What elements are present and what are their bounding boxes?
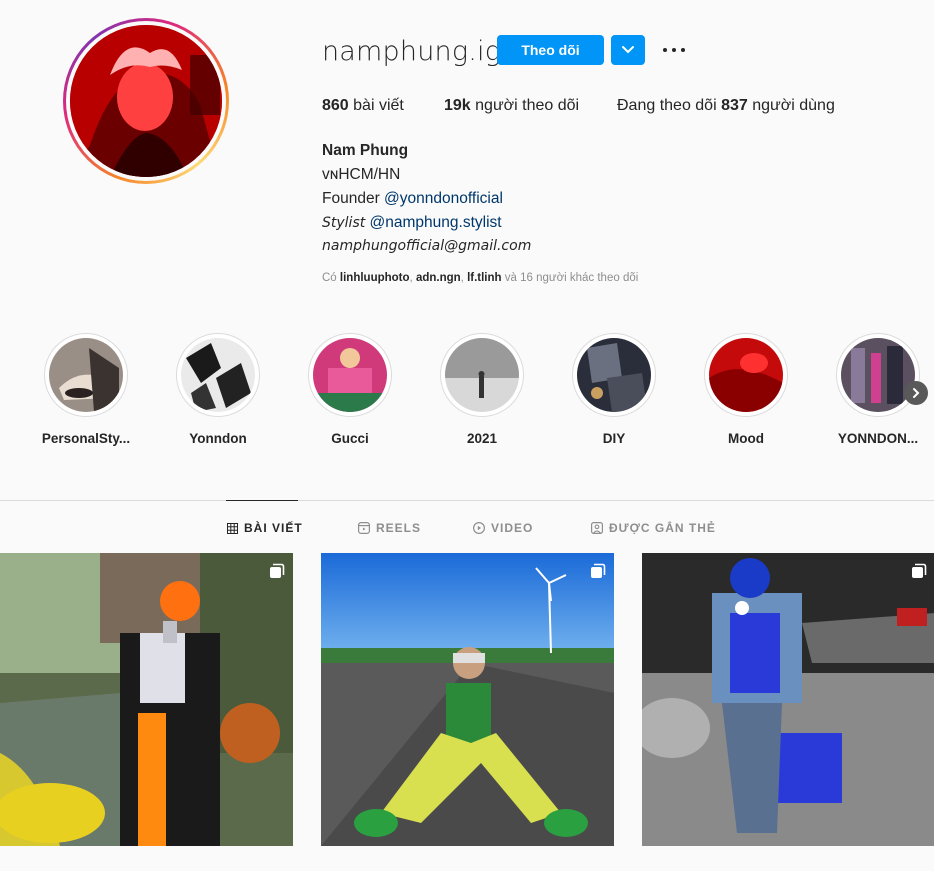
- followed-by-separator: ,: [409, 272, 413, 284]
- followers-label: người theo dõi: [475, 97, 580, 114]
- highlight-label: 2021: [466, 431, 498, 446]
- followed-by-user: linhluuphoto: [339, 272, 410, 284]
- chevron-right-icon: [913, 388, 920, 398]
- highlight-diy[interactable]: DIY: [564, 333, 664, 446]
- highlight-yonndon[interactable]: Yonndon: [168, 333, 268, 446]
- followed-by-user: lf.tlinh: [467, 272, 502, 284]
- multiple-photos-icon: [912, 563, 927, 578]
- highlight-cover: [445, 338, 519, 412]
- highlight-label: PersonalSty...: [41, 431, 131, 446]
- highlight-label: Gucci: [331, 431, 369, 446]
- followed-by-text[interactable]: Có linhluuphoto, adn.ngn, lf.tlinh và 16…: [322, 272, 638, 284]
- profile-avatar[interactable]: [63, 18, 229, 184]
- multiple-photos-icon: [270, 563, 285, 578]
- followers-stat[interactable]: 19k người theo dõi: [444, 97, 579, 115]
- highlight-cover: [181, 338, 255, 412]
- highlight-label: YONNDON...: [837, 431, 919, 446]
- tab-label: ĐƯỢC GẮN THẺ: [609, 521, 716, 535]
- highlights-next-button[interactable]: [904, 381, 928, 405]
- post-thumbnail[interactable]: [321, 553, 614, 846]
- bio-stylist-prefix: Stylist: [322, 215, 366, 231]
- bio-full-name: Nam Phung: [322, 142, 409, 159]
- avatar-photo: [70, 25, 222, 177]
- more-dot-icon: [663, 48, 667, 52]
- highlight-cover: [841, 338, 915, 412]
- follow-button[interactable]: Theo dõi: [497, 35, 604, 65]
- highlight-cover-ring: [308, 333, 392, 417]
- active-tab-indicator: [226, 500, 298, 501]
- multiple-photos-icon: [591, 563, 606, 578]
- highlight-cover-ring: [176, 333, 260, 417]
- grid-icon: [227, 522, 238, 534]
- posts-label: bài viết: [353, 97, 404, 114]
- bio-location: ᴠɴHCM/HN: [322, 166, 401, 183]
- tab-posts[interactable]: BÀI VIẾT: [227, 521, 303, 535]
- highlight-personalstyle[interactable]: PersonalSty...: [36, 333, 136, 446]
- highlight-2021[interactable]: 2021: [432, 333, 532, 446]
- bio-email: namphungofficial@gmail.com: [322, 238, 532, 254]
- tab-label: REELS: [376, 521, 422, 535]
- highlight-cover-ring: [704, 333, 788, 417]
- highlight-cover: [709, 338, 783, 412]
- tab-video[interactable]: VIDEO: [473, 521, 533, 535]
- suggested-accounts-button[interactable]: [611, 35, 645, 65]
- posts-count-stat: 860 bài viết: [322, 97, 404, 115]
- followed-by-user: adn.ngn: [415, 272, 461, 284]
- post-thumbnail[interactable]: [642, 553, 934, 846]
- bio-stylist-link[interactable]: @namphung.stylist: [370, 214, 502, 231]
- following-suffix: người dùng: [752, 97, 835, 114]
- highlight-cover-ring: [44, 333, 128, 417]
- highlight-label: Yonndon: [189, 431, 247, 446]
- bio-founder-link[interactable]: @yonndonofficial: [384, 190, 503, 207]
- bio-founder-prefix: Founder: [322, 190, 380, 207]
- following-stat[interactable]: Đang theo dõi 837 người dùng: [617, 97, 835, 115]
- reels-icon: [358, 522, 370, 534]
- video-icon: [473, 522, 485, 534]
- post-image: [0, 553, 293, 846]
- highlight-label: DIY: [602, 431, 626, 446]
- profile-username: namphung.ig: [322, 36, 502, 67]
- highlight-cover-ring: [836, 333, 920, 417]
- following-count: 837: [721, 97, 748, 114]
- tab-label: BÀI VIẾT: [244, 521, 303, 535]
- bio-stylist-line: Stylist @namphung.stylist: [322, 214, 502, 232]
- followed-by-separator: ,: [460, 272, 464, 284]
- tab-reels[interactable]: REELS: [358, 521, 421, 535]
- more-dot-icon: [681, 48, 685, 52]
- highlight-cover: [49, 338, 123, 412]
- bio-founder-line: Founder @yonndonofficial: [322, 190, 503, 208]
- highlight-mood[interactable]: Mood: [696, 333, 796, 446]
- highlight-cover-ring: [440, 333, 524, 417]
- following-prefix: Đang theo dõi: [617, 97, 717, 114]
- post-image: [642, 553, 934, 846]
- highlight-cover-ring: [572, 333, 656, 417]
- tabs-divider: [0, 500, 934, 501]
- tagged-icon: [591, 522, 603, 534]
- highlight-gucci[interactable]: Gucci: [300, 333, 400, 446]
- highlight-cover: [577, 338, 651, 412]
- more-dot-icon: [672, 48, 676, 52]
- posts-count: 860: [322, 97, 349, 114]
- tab-label: VIDEO: [491, 521, 534, 535]
- tab-tagged[interactable]: ĐƯỢC GẮN THẺ: [591, 521, 716, 535]
- post-thumbnail[interactable]: [0, 553, 293, 846]
- more-options-button[interactable]: [660, 38, 688, 62]
- chevron-down-icon: [622, 46, 634, 54]
- followed-by-prefix: Có: [322, 272, 337, 284]
- followers-count: 19k: [444, 97, 471, 114]
- highlight-cover: [313, 338, 387, 412]
- post-image: [321, 553, 614, 846]
- followed-by-suffix: và 16 người khác theo dõi: [504, 272, 639, 284]
- highlight-label: Mood: [728, 431, 764, 446]
